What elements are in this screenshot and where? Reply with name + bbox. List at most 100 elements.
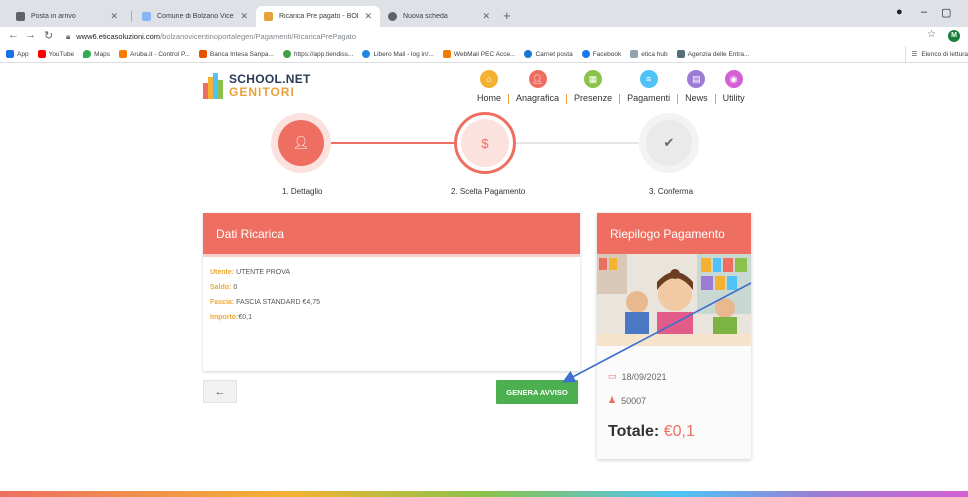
reload-icon[interactable]: ↻ — [44, 29, 53, 42]
field-key: Importo: — [210, 314, 239, 321]
etica-icon — [630, 50, 639, 58]
reading-list-label: Elenco di lettura — [921, 50, 968, 58]
forward-arrow-icon[interactable]: → — [25, 29, 36, 41]
browser-tab-active[interactable]: Ricarica Pre pagato - BOLZANO ✕ — [256, 6, 380, 27]
carnet-icon — [524, 50, 533, 58]
field-saldo: Saldo: 0 — [210, 284, 573, 291]
back-button[interactable]: ← — [203, 380, 237, 403]
step-label: 3. Conferma — [649, 187, 694, 196]
back-arrow-icon[interactable]: ← — [8, 29, 19, 41]
field-value: FASCIA STANDARD €4,75 — [236, 299, 320, 306]
bookmark-label: Agenzia delle Entra... — [687, 50, 750, 58]
dati-ricarica-panel: Dati Ricarica Utente: UTENTE PROVA Saldo… — [203, 213, 580, 371]
panel-title: Dati Ricarica — [203, 213, 580, 254]
reading-list[interactable]: ☰ Elenco di lettura — [904, 46, 968, 62]
nav-anagrafica[interactable]: 👤︎ Anagrafica — [509, 70, 566, 104]
bookmark-label: Aruba.it - Control P... — [130, 50, 190, 58]
step-dettaglio: 👤︎ — [271, 113, 331, 173]
bookmark-item[interactable]: https://app.tiendiss... — [282, 50, 353, 58]
panel-body: Utente: UTENTE PROVA Saldo: 0 Fascia: FA… — [203, 254, 580, 321]
field-key: Saldo: — [210, 284, 232, 291]
date-value: 18/09/2021 — [621, 371, 667, 382]
step-conferma: ✔ — [639, 113, 699, 173]
bookmark-star-icon[interactable]: ☆ — [927, 29, 936, 40]
field-importo: Importo:€0,1 — [210, 314, 573, 321]
bookmark-item[interactable]: Libero Mail - log in/... — [362, 50, 434, 58]
nav-home[interactable]: ⌂ Home — [470, 70, 508, 104]
bookmark-label: Maps — [94, 50, 111, 58]
nav-utility[interactable]: ◉ Utility — [716, 70, 752, 104]
tab-title: Nuova scheda — [403, 13, 448, 20]
total-label: Totale: — [608, 423, 660, 440]
nav-presenze[interactable]: ▦ Presenze — [567, 70, 619, 104]
nav-pagamenti[interactable]: ≡ Pagamenti — [620, 70, 677, 104]
total-value: €0,1 — [663, 423, 695, 440]
chrome-favicon-icon — [388, 12, 397, 21]
bookmark-item[interactable]: App — [6, 50, 29, 58]
bookmark-item[interactable]: Aruba.it - Control P... — [119, 50, 190, 58]
calendar-icon: ▭ — [608, 371, 617, 381]
minimize-icon[interactable]: – — [921, 6, 927, 18]
agenzia-icon — [676, 50, 685, 58]
url-host: www6.eticasoluzioni.com — [76, 32, 161, 41]
profile-avatar[interactable]: M — [948, 30, 960, 42]
tab-title: Ricarica Pre pagato - BOLZANO — [279, 13, 358, 20]
logo-subtitle: GENITORI — [229, 85, 295, 99]
check-icon: ✔ — [646, 120, 692, 166]
close-icon[interactable]: ✕ — [240, 11, 248, 22]
bookmark-item[interactable]: WebMail PEC Acce... — [442, 50, 516, 58]
bookmark-label: App — [17, 50, 29, 58]
nav-label: Home — [477, 93, 502, 103]
news-icon: ▤ — [687, 70, 706, 88]
close-icon[interactable]: ✕ — [364, 11, 372, 22]
bookmark-label: Carnet posta — [535, 50, 573, 58]
step-label: 2. Scelta Pagamento — [451, 187, 526, 196]
close-icon[interactable]: ✕ — [110, 11, 118, 22]
browser-tab[interactable]: Posta in arrivo ✕ — [8, 6, 126, 27]
libero-icon — [362, 50, 371, 58]
field-utente: Utente: UTENTE PROVA — [210, 269, 573, 276]
bookmark-item[interactable]: Agenzia delle Entra... — [676, 50, 750, 58]
nav-news[interactable]: ▤ News — [678, 70, 715, 104]
classroom-photo — [597, 254, 751, 346]
field-value: UTENTE PROVA — [236, 269, 291, 276]
nav-label: Pagamenti — [627, 93, 671, 103]
field-value: 0 — [233, 284, 238, 291]
url-field[interactable]: 🔒︎ www6.eticasoluzioni.com /bolzanovicen… — [66, 29, 916, 44]
bookmark-item[interactable]: Maps — [83, 50, 110, 58]
close-icon[interactable]: ✕ — [482, 11, 490, 22]
browser-tab-strip: Posta in arrivo ✕ Comune di Bolzano Vice… — [0, 0, 968, 27]
globe-icon — [282, 50, 291, 58]
user-icon: ♟ — [608, 395, 617, 405]
bookmark-item[interactable]: Facebook — [581, 50, 621, 58]
bookmark-label: WebMail PEC Acce... — [453, 50, 516, 58]
field-key: Fascia: — [210, 299, 235, 306]
bookmark-label: Banca Intesa Sanpa... — [209, 50, 274, 58]
browser-tab[interactable]: Comune di Bolzano Vicentino - ✕ — [134, 6, 256, 27]
schoolnet-logo[interactable]: SCHOOL.NET GENITORI — [203, 70, 311, 102]
bookmark-item[interactable]: Carnet posta — [524, 50, 573, 58]
calendar-icon: ▦ — [584, 70, 603, 88]
bookmark-item[interactable]: Banca Intesa Sanpa... — [198, 50, 274, 58]
facebook-icon — [581, 50, 590, 58]
genera-avviso-button[interactable]: GENERA AVVISO — [496, 380, 578, 404]
logo-icon — [203, 73, 225, 99]
nav-label: Utility — [722, 93, 745, 103]
browser-menu-icon[interactable]: ● — [896, 6, 903, 18]
bank-icon — [198, 50, 207, 58]
bookmark-item[interactable]: YouTube — [37, 50, 75, 58]
new-tab-button[interactable]: + — [503, 8, 511, 23]
field-value: €0,1 — [238, 314, 253, 321]
youtube-icon — [37, 50, 46, 58]
home-icon: ⌂ — [480, 70, 498, 88]
maximize-icon[interactable]: ▢ — [941, 6, 951, 19]
bottom-color-strip — [0, 491, 968, 497]
bookmark-label: etica hub — [641, 50, 668, 58]
list-icon: ≡ — [639, 70, 658, 88]
browser-tab[interactable]: Nuova scheda ✕ — [380, 6, 498, 27]
bookmark-item[interactable]: etica hub — [630, 50, 668, 58]
bookmark-label: YouTube — [48, 50, 75, 58]
nav-label: News — [685, 93, 708, 103]
reading-list-icon: ☰ — [911, 51, 918, 58]
apps-icon — [6, 50, 14, 58]
